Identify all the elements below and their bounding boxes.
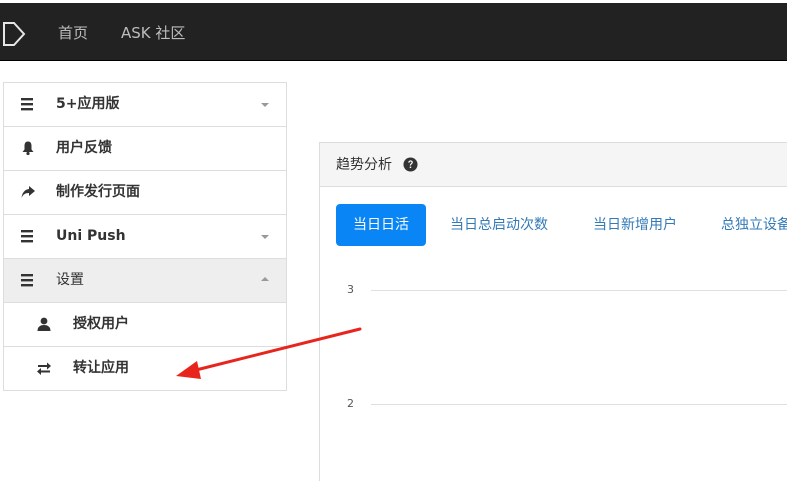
panel-title: 趋势分析 (336, 157, 392, 173)
tab-daily-active[interactable]: 当日日活 (336, 204, 426, 246)
nav-ask-community-link[interactable]: ASK 社区 (121, 23, 185, 43)
nav-home-link[interactable]: 首页 (58, 23, 88, 43)
trend-analysis-panel: 趋势分析 当日日活 当日总启动次数 当日新增用户 总独立设备 3 2 (319, 142, 787, 481)
menu-icon (21, 274, 33, 287)
tab-total-unique-devices[interactable]: 总独立设备 (721, 204, 787, 246)
sidebar-item-label: 制作发行页面 (56, 184, 140, 200)
bell-icon (22, 141, 34, 156)
sidebar-item-label: Uni Push (56, 228, 126, 244)
chevron-down-icon (261, 235, 269, 239)
chevron-up-icon (261, 277, 269, 281)
tab-daily-new-users[interactable]: 当日新增用户 (593, 204, 677, 246)
sidebar-item-uni-push[interactable]: Uni Push (4, 215, 286, 259)
gridline (371, 290, 787, 291)
menu-icon (21, 98, 33, 111)
trend-chart: 3 2 (320, 263, 787, 481)
sidebar-item-settings[interactable]: 设置 (4, 259, 286, 303)
question-circle-icon[interactable] (403, 157, 418, 172)
chevron-down-icon (261, 103, 269, 107)
user-icon (37, 317, 51, 331)
sidebar-item-label: 5+应用版 (56, 96, 120, 112)
sidebar-item-label: 授权用户 (73, 316, 129, 332)
sidebar-item-5plus-app[interactable]: 5+应用版 (4, 83, 286, 127)
sidebar-menu: 5+应用版 用户反馈 制作发行页面 Uni Push 设置 授权用户 转让应用 (3, 82, 287, 391)
sidebar-item-transfer-app[interactable]: 转让应用 (4, 347, 286, 391)
dcloud-logo-icon[interactable] (2, 21, 26, 47)
transfer-icon (37, 362, 51, 375)
menu-icon (21, 230, 33, 243)
y-tick-label: 2 (347, 397, 354, 410)
sidebar-item-label: 用户反馈 (56, 140, 112, 156)
y-tick-label: 3 (347, 283, 354, 296)
sidebar-item-release-page[interactable]: 制作发行页面 (4, 171, 286, 215)
sidebar-item-label: 设置 (56, 272, 84, 288)
sidebar-item-label: 转让应用 (73, 360, 129, 376)
panel-header: 趋势分析 (320, 143, 787, 187)
sidebar-item-authorized-users[interactable]: 授权用户 (4, 303, 286, 347)
sidebar-item-feedback[interactable]: 用户反馈 (4, 127, 286, 171)
tab-daily-launches[interactable]: 当日总启动次数 (450, 204, 548, 246)
share-arrow-icon (21, 186, 35, 198)
gridline (371, 404, 787, 405)
top-navbar: 首页 ASK 社区 (0, 3, 787, 61)
